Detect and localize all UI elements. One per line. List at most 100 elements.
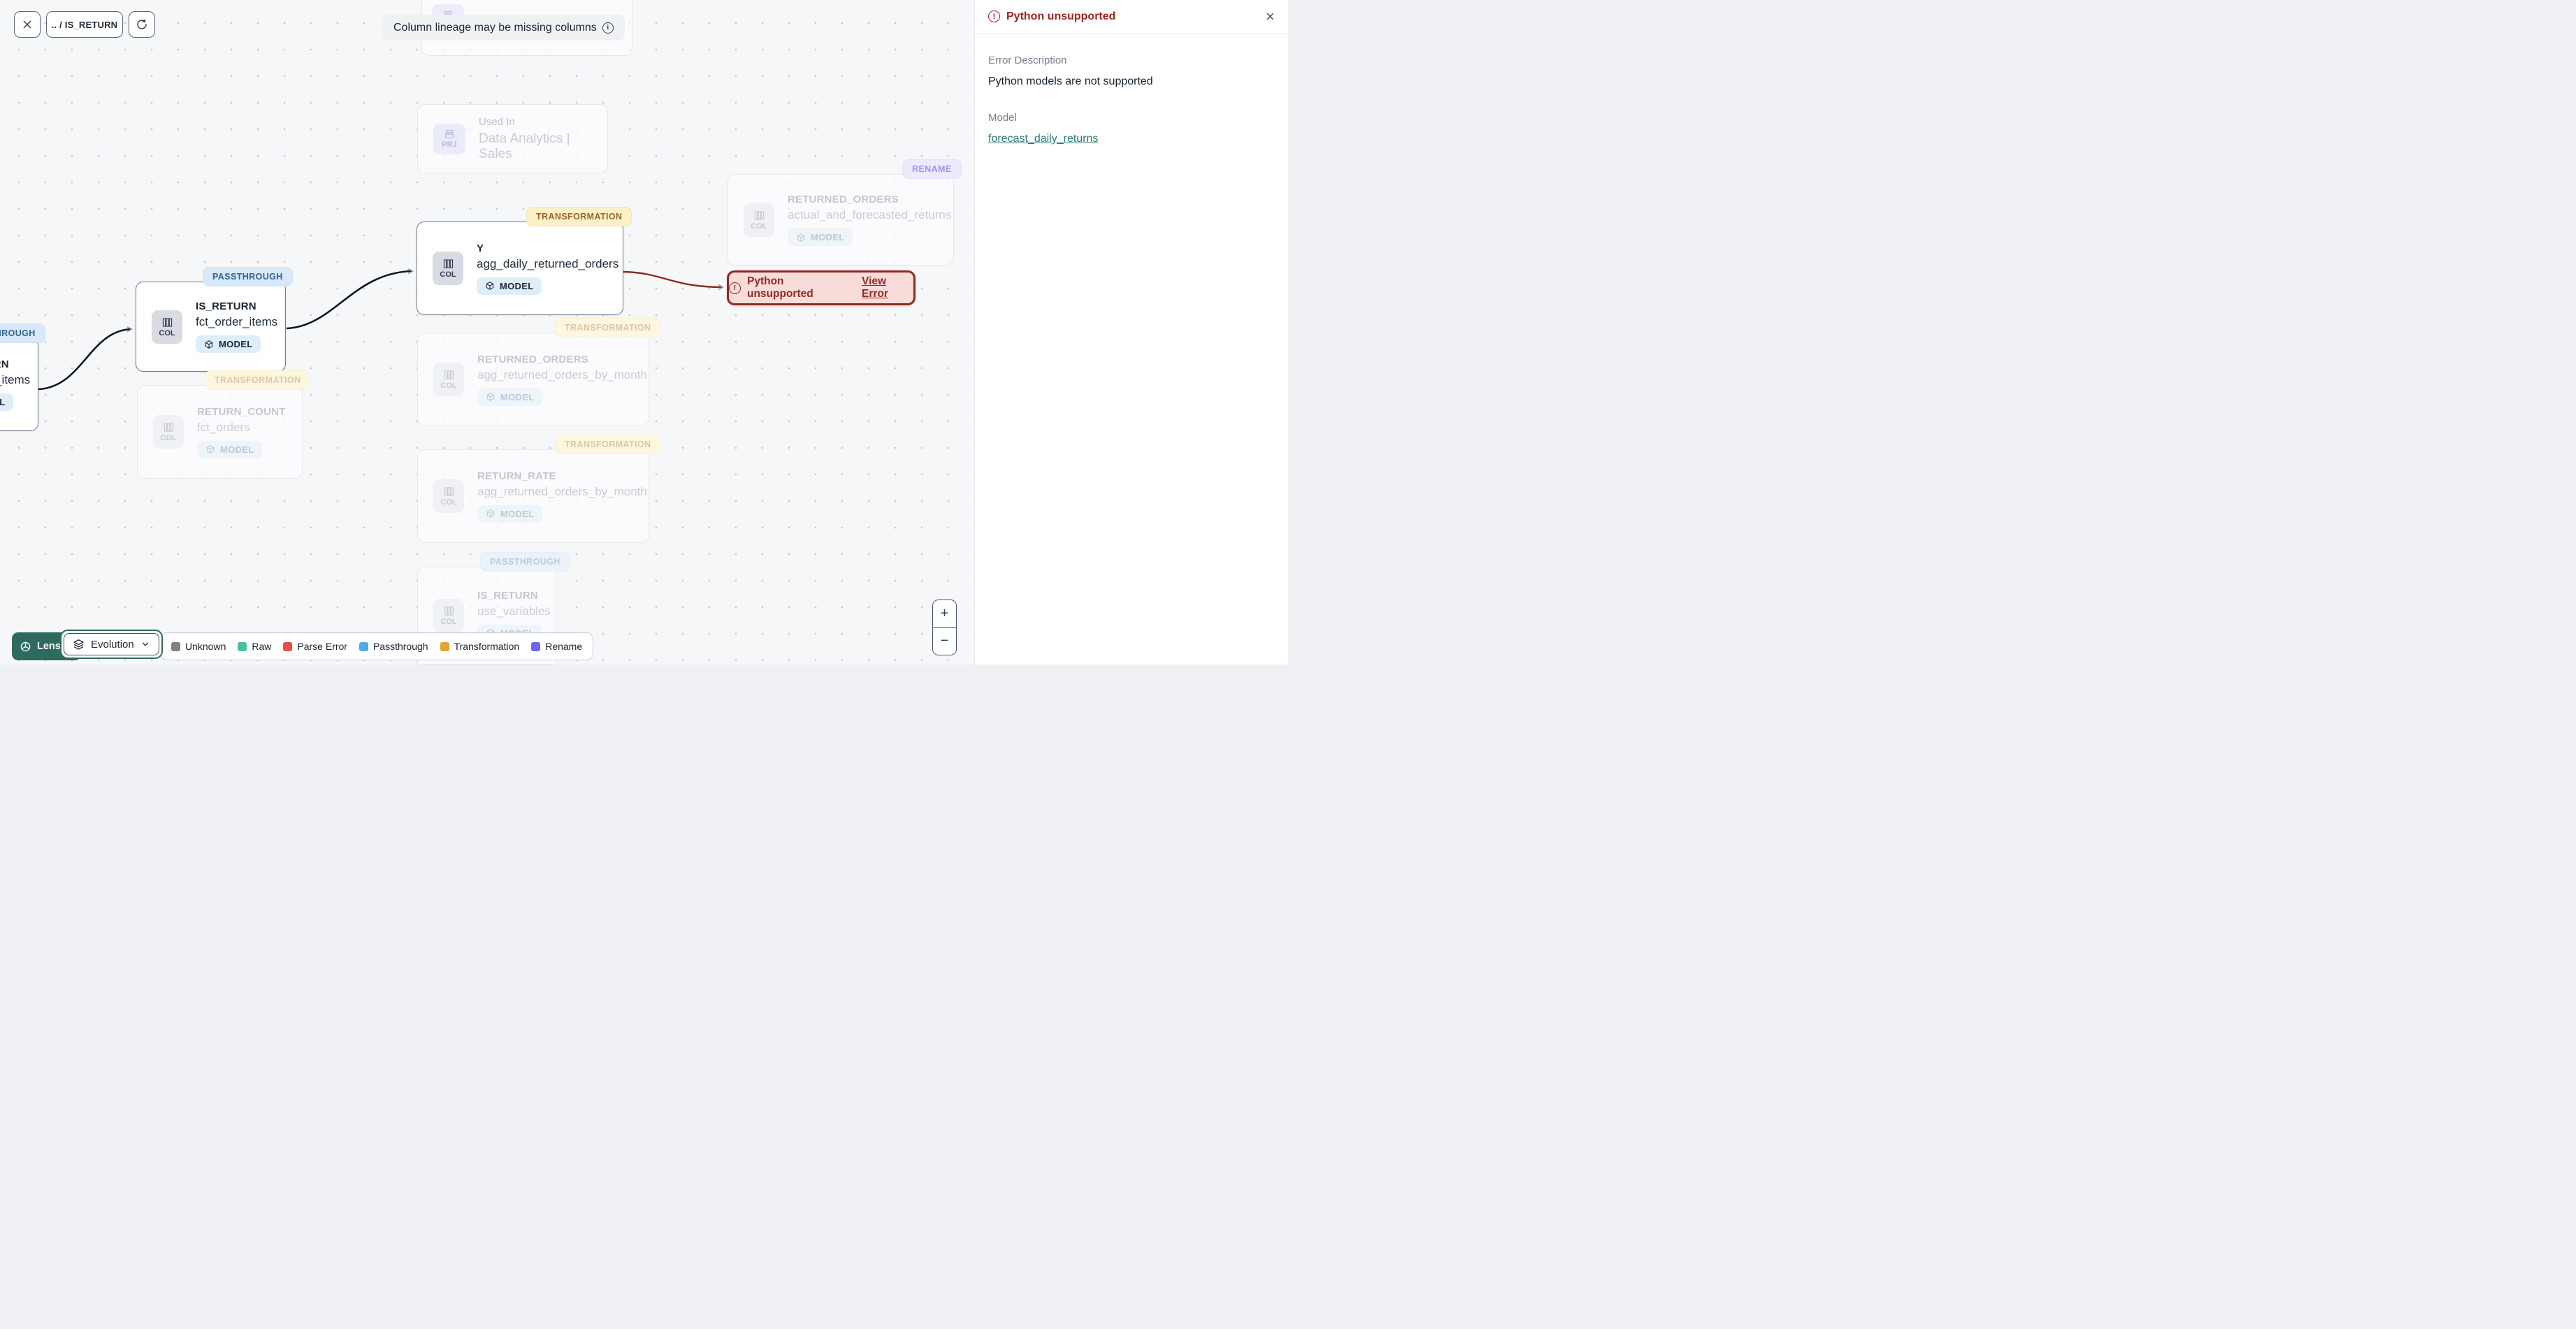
close-icon	[23, 20, 31, 29]
breadcrumb-label: .. / IS_RETURN	[51, 19, 118, 30]
node-title: IS_RETURN	[0, 358, 9, 370]
columns-icon	[444, 370, 454, 379]
lineage-node-forecast-returns[interactable]: RENAME COL RETURNED_ORDERS actual_and_fo…	[728, 159, 962, 266]
legend-label: Passthrough	[372, 641, 428, 652]
zoom-in-button[interactable]: +	[933, 600, 956, 628]
model-label: MODEL	[500, 280, 534, 291]
lineage-type-badge-transformation: TRANSFORMATION	[526, 207, 632, 226]
model-label: Model	[988, 112, 1017, 124]
node-title: RETURNED_ORDERS	[477, 353, 588, 365]
app-window: PRJ eting PRJ Used In Data Analytics | S…	[0, 0, 1288, 664]
lineage-type-badge-transformation: TRANSFORMATION	[555, 435, 661, 454]
legend-item-transformation: Transformation	[440, 641, 520, 652]
legend-swatch-raw	[238, 641, 247, 651]
error-details-panel: ! Python unsupported × Error Description…	[974, 0, 1288, 664]
view-error-link[interactable]: View Error	[862, 275, 913, 300]
legend-swatch-rename	[531, 641, 541, 651]
column-kind-badge: COL	[152, 310, 182, 344]
column-kind-badge: COL	[744, 203, 774, 237]
chevron-down-icon	[142, 642, 148, 646]
legend-swatch-transformation	[440, 641, 449, 651]
column-kind-badge: COL	[433, 363, 464, 396]
columns-icon	[443, 259, 453, 268]
model-chip: MODEL	[477, 277, 542, 295]
legend-item-raw: Raw	[238, 641, 271, 652]
node-subtitle: fct_order_items	[196, 315, 278, 328]
node-subtitle: agg_returned_orders_by_month	[477, 368, 647, 382]
column-kind-badge: COL	[153, 415, 184, 449]
node-subtitle: fct_orders	[197, 420, 250, 434]
legend-label: Raw	[252, 641, 272, 652]
node-title: RETURN_COUNT	[197, 405, 286, 418]
legend-label: Transformation	[454, 641, 520, 652]
lineage-type-badge-passthrough: PASSTHROUGH	[480, 552, 570, 572]
banner-text: Column lineage may be missing columns	[393, 21, 597, 34]
legend-label: Parse Error	[297, 641, 347, 652]
panel-close-icon[interactable]: ×	[1266, 8, 1275, 24]
node-title: RETURN_RATE	[477, 470, 556, 482]
lineage-type-badge-transformation: TRANSFORMATION	[555, 318, 661, 337]
edge-aggdaily-to-error	[623, 270, 725, 291]
zoom-out-button[interactable]: −	[933, 627, 956, 655]
cube-icon	[486, 282, 494, 290]
model-chip: MODEL	[196, 335, 261, 353]
model-chip: MODEL	[477, 388, 543, 406]
node-subtitle: use_variables	[477, 604, 551, 618]
kind-label: COL	[751, 222, 767, 231]
node-subtitle: actual_and_forecasted_returns	[788, 208, 952, 222]
alert-icon: !	[988, 10, 1000, 22]
node-subtitle: agg_returned_orders_by_month	[477, 484, 647, 498]
error-description-value: Python models are not supported	[988, 75, 1153, 87]
columns-icon	[444, 487, 454, 496]
legend-swatch-unknown	[171, 641, 180, 651]
lineage-warning-banner: Column lineage may be missing columns i	[382, 15, 625, 41]
lineage-type-badge-rename: RENAME	[902, 159, 962, 179]
node-title: IS_RETURN	[477, 589, 538, 602]
model-chip: MODEL	[477, 504, 543, 523]
layers-icon	[73, 639, 84, 650]
model-label: MODEL	[0, 397, 6, 407]
columns-icon	[162, 317, 172, 327]
close-lineage-button[interactable]	[14, 11, 41, 38]
lineage-node-is-return-fct-order-items[interactable]: PASSTHROUGH COL IS_RETURN fct_order_item…	[136, 267, 293, 372]
kind-label: COL	[440, 618, 457, 626]
lineage-canvas[interactable]: PRJ eting PRJ Used In Data Analytics | S…	[0, 0, 974, 664]
lineage-node-agg-daily-returned-orders[interactable]: TRANSFORMATION COL Y agg_daily_returned_…	[417, 207, 632, 315]
model-link[interactable]: forecast_daily_returns	[988, 133, 1098, 145]
panel-header: ! Python unsupported ×	[975, 0, 1288, 34]
breadcrumb[interactable]: .. / IS_RETURN	[46, 11, 123, 38]
kind-label: COL	[160, 434, 177, 442]
kind-label: COL	[440, 382, 457, 390]
column-kind-badge: COL	[433, 599, 464, 632]
model-label: MODEL	[811, 232, 845, 242]
node-subtitle: agg_daily_returned_orders	[477, 256, 619, 270]
info-icon[interactable]: i	[602, 22, 614, 34]
lineage-legend: Unknown Raw Parse Error Passthrough Tran…	[160, 632, 594, 660]
kind-label: COL	[159, 328, 175, 337]
model-label: MODEL	[219, 339, 253, 349]
alert-icon: !	[729, 282, 741, 294]
columns-icon	[444, 607, 454, 616]
lineage-node-is-return-offscreen[interactable]: PASSTHROUGH COL IS_RETURN fct_order_item…	[0, 324, 45, 431]
model-chip: MODEL	[0, 393, 14, 411]
legend-swatch-parse-error	[283, 641, 293, 651]
cube-icon	[205, 340, 213, 349]
lineage-node-returned-orders-by-month[interactable]: TRANSFORMATION COL RETURNED_ORDERS agg_r…	[417, 318, 661, 426]
lineage-node-return-rate[interactable]: TRANSFORMATION COL RETURN_RATE agg_retur…	[417, 435, 661, 543]
lineage-node-python-unsupported-error[interactable]: ! Python unsupported View Error	[727, 270, 916, 305]
lineage-node-used-in-sales[interactable]: PRJ Used In Data Analytics | Sales	[417, 104, 608, 173]
node-title: Used In	[479, 115, 515, 128]
node-subtitle: Data Analytics | Sales	[479, 131, 570, 161]
project-icon	[445, 130, 454, 138]
model-label: MODEL	[220, 444, 254, 455]
lens-mode-ring: Evolution	[60, 630, 163, 659]
lineage-type-badge-passthrough: PASSTHROUGH	[0, 324, 45, 343]
project-kind-badge: PRJ	[433, 123, 465, 154]
refresh-button[interactable]	[129, 11, 155, 38]
lineage-node-return-count[interactable]: TRANSFORMATION COL RETURN_COUNT fct_orde…	[137, 370, 311, 479]
lenses-aperture-icon	[20, 641, 31, 651]
refresh-icon	[137, 19, 147, 29]
zoom-controls: + −	[932, 600, 957, 655]
lens-mode-select[interactable]: Evolution	[64, 633, 159, 655]
legend-swatch-passthrough	[359, 641, 368, 651]
